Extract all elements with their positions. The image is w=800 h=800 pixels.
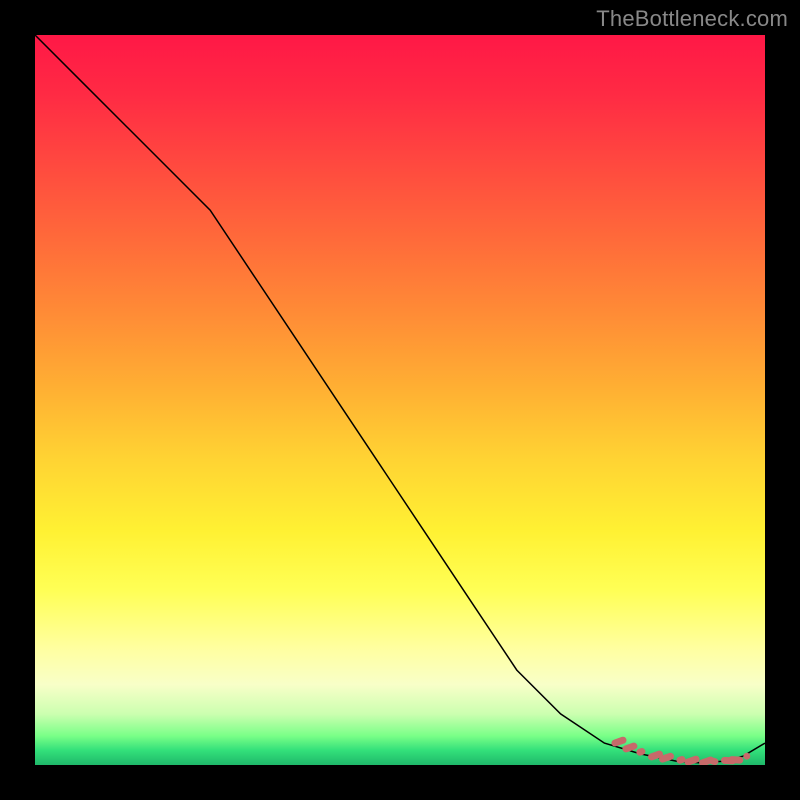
- optimum-dash-segment: [652, 754, 660, 757]
- optimum-dash-segment: [640, 752, 642, 753]
- chart-container: TheBottleneck.com: [0, 0, 800, 800]
- optimum-dash-segment: [713, 761, 715, 762]
- plot-area: [35, 35, 765, 765]
- watermark-text: TheBottleneck.com: [596, 6, 788, 32]
- optimum-dash-group: [615, 740, 750, 763]
- optimum-dash-segment: [615, 740, 623, 743]
- optimum-dash-segment: [680, 760, 682, 761]
- optimum-dash-segment: [663, 756, 671, 759]
- optimum-dash-segment: [688, 759, 696, 762]
- optimum-dash-segment: [703, 760, 711, 763]
- optimum-dash-segment: [626, 746, 634, 749]
- chart-svg: [35, 35, 765, 765]
- bottleneck-curve: [35, 35, 765, 763]
- optimum-dash-dot: [743, 753, 750, 760]
- optimum-dash-segment: [732, 760, 740, 761]
